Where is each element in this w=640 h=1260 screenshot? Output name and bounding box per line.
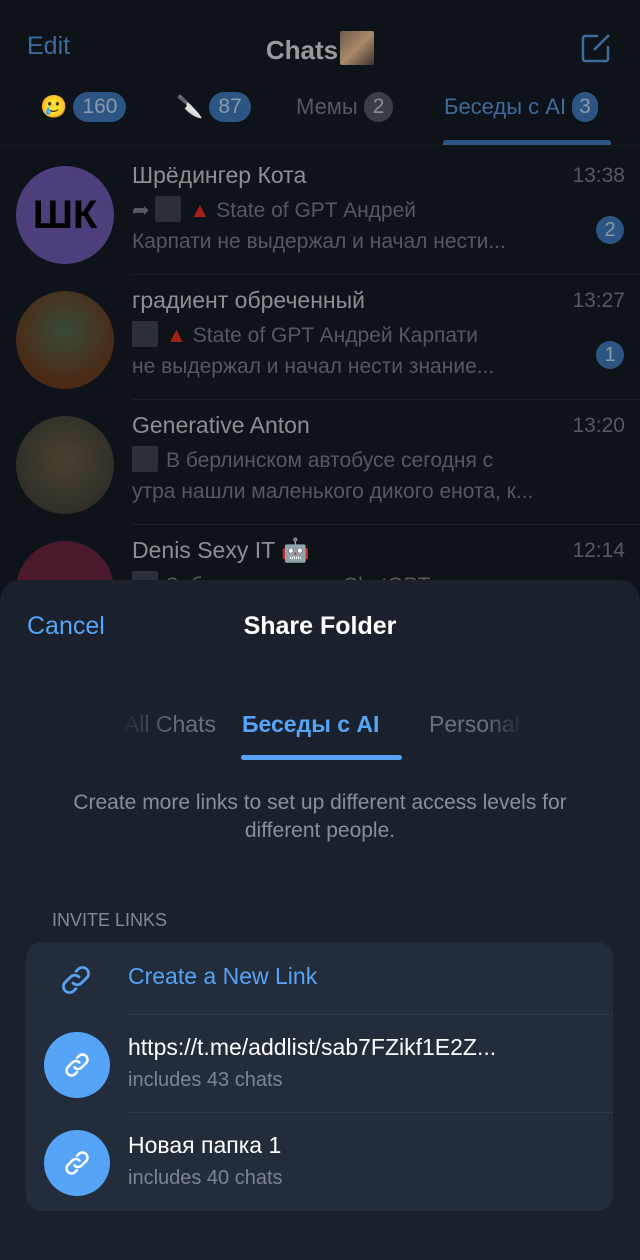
tab-personal[interactable]: Personal (429, 711, 524, 738)
create-link-button[interactable]: Create a New Link (26, 942, 613, 1014)
chat-name: Denis Sexy IT 🤖 (132, 537, 310, 563)
chat-preview: ▲ State of GPT Андрей Карпати не выдержал … (132, 320, 582, 382)
unread-badge: 3 (572, 92, 598, 122)
chat-name: Шрёдингер Кота (132, 162, 307, 188)
link-icon (44, 1130, 110, 1196)
thumbnail (132, 446, 158, 472)
chat-row[interactable]: ШК Шрёдингер Кота 13:38 ➦ ▲ State of GPT … (0, 150, 640, 275)
active-tab-indicator (241, 755, 402, 760)
forward-icon: ➦ (132, 199, 156, 222)
chat-row[interactable]: градиент обреченный 13:27 ▲ State of GPT … (0, 275, 640, 400)
link-icon (62, 966, 90, 994)
chat-time: 13:20 (572, 414, 625, 437)
compose-icon[interactable] (580, 32, 612, 64)
thumbnail (155, 196, 182, 222)
avatar: ШК (16, 166, 114, 264)
link-title: Новая папка 1 (128, 1132, 282, 1158)
knife-icon: 🔪 (176, 94, 204, 119)
invite-link-row[interactable]: Новая папка 1 includes 40 chats (26, 1113, 613, 1211)
link-title: https://t.me/addlist/sab7FZikf1E2Z... (128, 1034, 497, 1060)
folder-tab-emoji-2[interactable]: 🔪 87 (176, 92, 251, 122)
thumbnail (132, 321, 158, 347)
tab-label: Беседы с AI (444, 94, 567, 119)
chat-name: Generative Anton (132, 412, 310, 438)
link-icon (44, 1032, 110, 1098)
folder-tab-ai[interactable]: Беседы с AI 3 (444, 92, 598, 122)
create-link-label: Create a New Link (128, 963, 318, 989)
title-text: Chats (265, 35, 339, 65)
cat-emoji-icon (340, 31, 375, 65)
share-folder-sheet: Cancel Share Folder All Chats Беседы с A… (0, 580, 640, 1260)
link-subtitle: includes 40 chats (128, 1167, 283, 1189)
chat-time: 13:27 (572, 289, 625, 312)
tear-smile-icon: 🥲 (40, 94, 68, 119)
page-title: Chats (0, 31, 640, 66)
chat-time: 12:14 (572, 539, 625, 562)
red-triangle-icon: ▲ (189, 199, 211, 222)
tab-all-chats[interactable]: All Chats (120, 711, 216, 738)
unread-badge: 2 (596, 216, 624, 244)
chat-preview: ➦ ▲ State of GPT Андрей Карпати не выдержа… (132, 195, 582, 257)
invite-links-card: Create a New Link https://t.me/addlist/s… (26, 942, 613, 1211)
chat-row[interactable]: Generative Anton 13:20 В берлинском авто… (0, 400, 640, 525)
divider (0, 145, 640, 146)
unread-badge: 2 (363, 92, 394, 122)
folder-tab-memes[interactable]: Мемы 2 (296, 92, 394, 122)
avatar (16, 291, 114, 389)
chat-time: 13:38 (572, 164, 625, 187)
tab-label: Мемы (296, 94, 358, 119)
chat-preview: В берлинском автобусе сегодня с утра нашл… (132, 445, 582, 507)
link-subtitle: includes 43 chats (128, 1069, 283, 1091)
red-triangle-icon: ▲ (166, 324, 187, 347)
folder-tab-emoji-1[interactable]: 🥲 160 (40, 92, 127, 122)
description: Create more links to set up different ac… (73, 791, 567, 842)
avatar (16, 416, 114, 514)
unread-badge: 87 (209, 92, 251, 122)
chat-name: градиент обреченный (132, 287, 365, 313)
invite-link-row[interactable]: https://t.me/addlist/sab7FZikf1E2Z... in… (26, 1015, 613, 1113)
tab-ai-chats[interactable]: Беседы с AI (242, 711, 379, 738)
sheet-title: Share Folder (243, 612, 397, 640)
unread-badge: 160 (73, 92, 127, 122)
section-header: INVITE LINKS (52, 910, 168, 930)
unread-badge: 1 (596, 341, 624, 369)
